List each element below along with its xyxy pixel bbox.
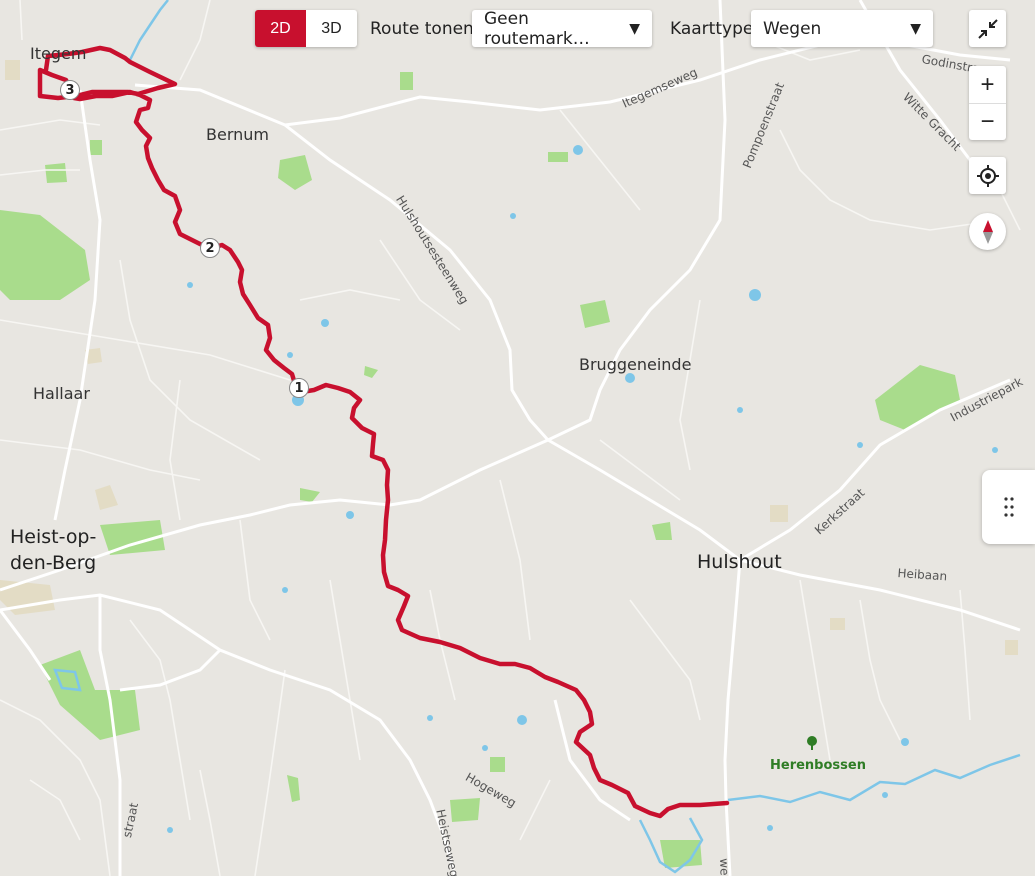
maptype-label: Kaarttype <box>670 19 754 39</box>
compass-button[interactable] <box>969 213 1006 250</box>
mode-3d-button[interactable]: 3D <box>306 10 357 47</box>
place-itegem: Itegem <box>30 44 87 63</box>
map-base <box>0 0 1035 876</box>
collapse-button[interactable] <box>969 10 1006 47</box>
chevron-down-icon: ▼ <box>629 20 640 37</box>
compass-icon <box>982 219 993 244</box>
collapse-arrows-icon <box>977 18 998 39</box>
maptype-select-value: Wegen <box>763 18 822 39</box>
place-bruggeneinde: Bruggeneinde <box>579 355 692 374</box>
zoom-in-button[interactable]: + <box>969 66 1006 103</box>
zoom-control: + − <box>969 66 1006 140</box>
place-hallaar: Hallaar <box>33 384 90 403</box>
crosshair-icon <box>976 164 999 187</box>
view-mode-toggle: 2D 3D <box>255 10 357 47</box>
route-label: Route tonen <box>370 19 474 39</box>
maptype-select[interactable]: Wegen ▼ <box>751 10 933 47</box>
place-herenbossen: Herenbossen <box>770 758 866 773</box>
drag-handle-icon <box>1003 497 1014 517</box>
route-select-value: Geen routemark… <box>484 8 590 49</box>
chevron-down-icon: ▼ <box>910 20 921 37</box>
place-bernum: Bernum <box>206 125 269 144</box>
place-heist-line1: Heist-op- <box>10 526 97 548</box>
side-panel-handle[interactable] <box>982 470 1035 544</box>
map-canvas[interactable]: Itegem Bernum Hallaar Heist-op- den-Berg… <box>0 0 1035 876</box>
road-weg-s: weg <box>717 858 732 876</box>
route-marker-2[interactable]: 2 <box>200 238 220 258</box>
route-marker-1[interactable]: 1 <box>289 378 309 398</box>
place-heist-line2: den-Berg <box>10 552 97 574</box>
place-hulshout: Hulshout <box>697 551 782 573</box>
mode-2d-button[interactable]: 2D <box>255 10 306 47</box>
zoom-out-button[interactable]: − <box>969 103 1006 140</box>
locate-button[interactable] <box>969 157 1006 194</box>
route-select[interactable]: Geen routemark… ▼ <box>472 8 652 49</box>
route-marker-3[interactable]: 3 <box>60 80 80 100</box>
